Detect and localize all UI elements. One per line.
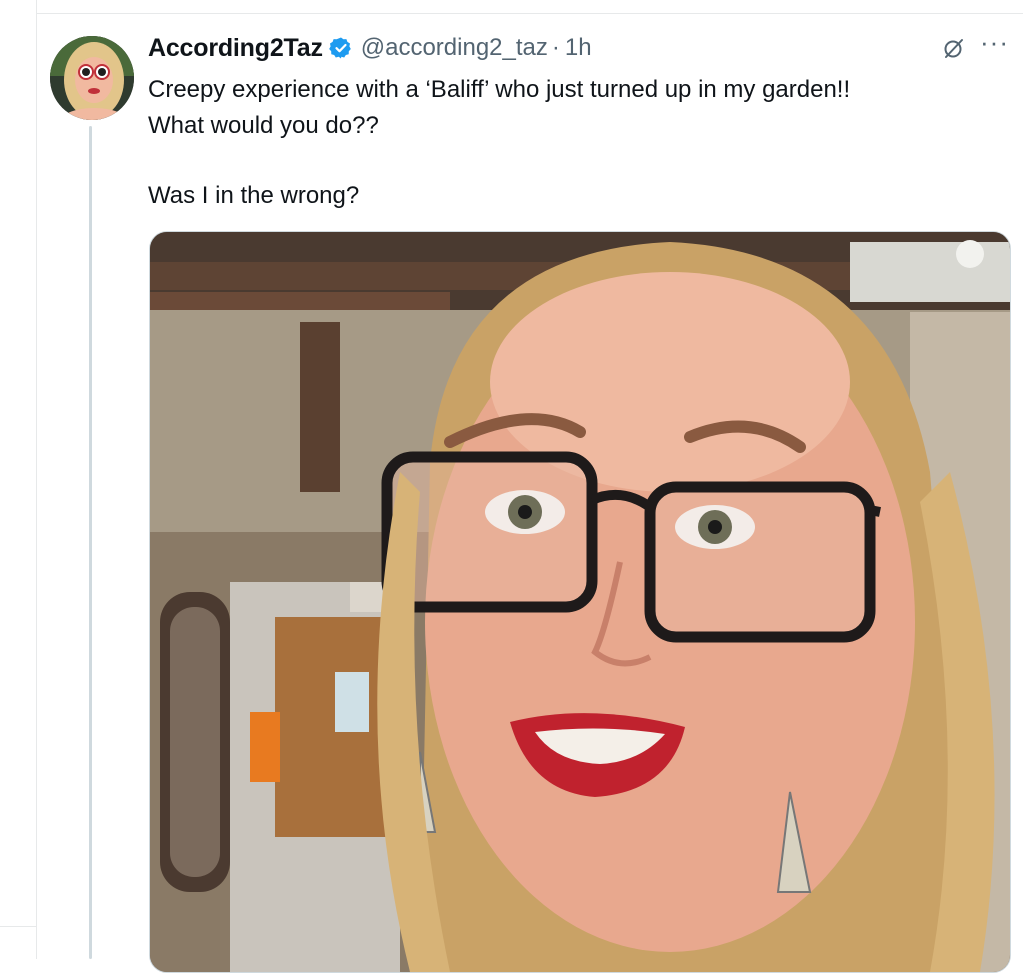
grok-icon[interactable] — [942, 36, 966, 60]
tweet-text-line: What would you do?? — [148, 112, 379, 139]
tweet-text: Creepy experience with a ‘Baliff’ who ju… — [148, 72, 1008, 214]
separator-dot: · — [551, 34, 560, 61]
tweet-text-line: Was I in the wrong? — [148, 182, 360, 209]
left-column-divider — [0, 926, 36, 927]
tweet-timestamp[interactable]: 1h — [565, 34, 592, 62]
author-display-name[interactable]: According2Taz — [148, 34, 323, 63]
avatar[interactable] — [50, 36, 134, 120]
top-divider — [37, 13, 1023, 14]
left-column-edge — [0, 0, 37, 959]
author-handle[interactable]: @according2_taz — [361, 34, 548, 62]
more-options-icon[interactable]: ··· — [980, 29, 1009, 55]
tweet-media-video[interactable] — [149, 231, 1011, 973]
verified-badge-icon — [328, 36, 353, 60]
thread-connector-line — [89, 126, 92, 959]
tweet-text-line: Creepy experience with a ‘Baliff’ who ju… — [148, 76, 851, 103]
tweet-header: According2Taz @according2_taz · 1h — [148, 30, 592, 66]
tweet-header-actions: ··· — [942, 29, 1009, 64]
avatar-image — [50, 36, 134, 120]
video-frame-image — [150, 232, 1010, 972]
